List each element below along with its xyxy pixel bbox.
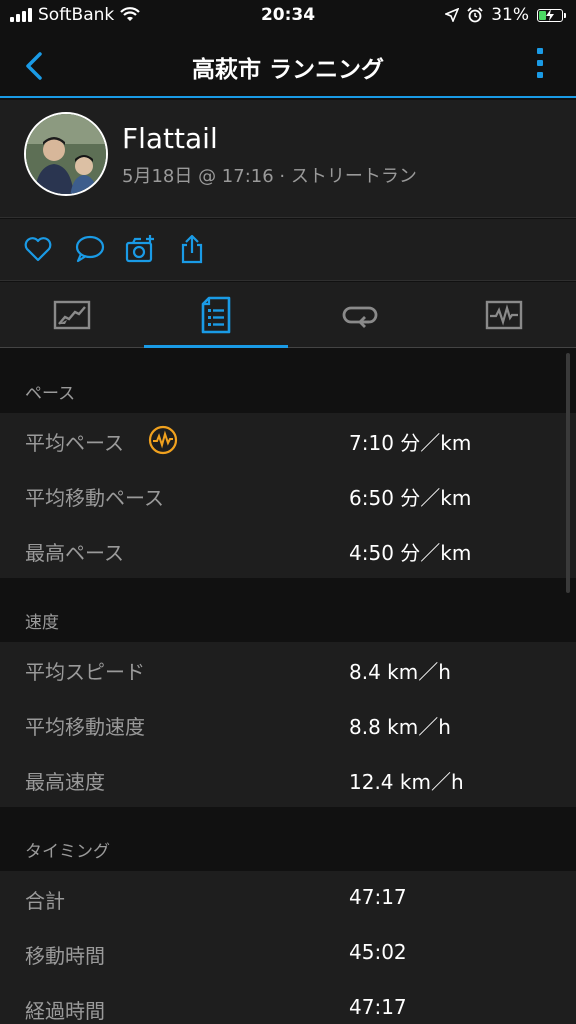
tab-bar [0, 282, 576, 348]
stat-row: 平均スピード 8.4 km／h [0, 642, 576, 697]
add-photo-icon[interactable] [124, 233, 156, 265]
stat-value: 8.4 km／h [349, 660, 451, 684]
stat-label: 移動時間 [25, 944, 105, 968]
stat-value: 47:17 [349, 995, 407, 1019]
stat-label: 平均移動速度 [25, 715, 145, 739]
section-speed: 平均スピード 8.4 km／h 平均移動速度 8.8 km／h 最高速度 12.… [0, 642, 576, 807]
chart-icon [485, 300, 523, 330]
stat-row: 平均移動速度 8.8 km／h [0, 697, 576, 752]
active-tab-indicator [144, 345, 288, 348]
battery-percent: 31% [491, 5, 529, 25]
pace-info-icon[interactable] [148, 425, 178, 455]
stat-label: 最高速度 [25, 770, 105, 794]
stats-list-icon [201, 296, 231, 334]
stat-value: 47:17 [349, 885, 407, 909]
page-title: 高萩市 ランニング [191, 57, 384, 83]
stat-value: 8.8 km／h [349, 715, 451, 739]
section-header-speed: 速度 [0, 578, 576, 642]
section-timing: 合計 47:17 移動時間 45:02 経過時間 47:17 [0, 871, 576, 1024]
status-right: 31% [445, 5, 566, 25]
stat-value: 12.4 km／h [349, 770, 464, 794]
stat-value: 45:02 [349, 940, 407, 964]
activity-meta: 5月18日 @ 17:16 · ストリートラン [122, 166, 417, 187]
stat-label: 平均移動ペース [25, 486, 164, 510]
more-menu-icon[interactable] [534, 48, 546, 84]
battery-icon [537, 8, 566, 22]
stat-row: 移動時間 45:02 [0, 926, 576, 981]
location-arrow-icon [445, 8, 460, 22]
stat-row: 平均ペース 7:10 分／km [0, 413, 576, 468]
tab-stats[interactable] [144, 282, 288, 348]
alarm-icon [467, 7, 483, 23]
comment-icon[interactable] [74, 233, 106, 265]
stat-row: 平均移動ペース 6:50 分／km [0, 468, 576, 523]
stat-value: 6:50 分／km [349, 486, 472, 510]
stats-content[interactable]: ペース 平均ペース 7:10 分／km 平均移動ペース 6:50 分／km 最高… [0, 349, 576, 1024]
stat-label: 経過時間 [25, 999, 105, 1023]
avatar[interactable] [24, 112, 108, 196]
stat-row: 合計 47:17 [0, 871, 576, 926]
laps-icon [342, 306, 378, 328]
section-pace: 平均ペース 7:10 分／km 平均移動ペース 6:50 分／km 最高ペース … [0, 413, 576, 578]
nav-header: 高萩市 ランニング [0, 34, 576, 98]
stat-label: 平均ペース [25, 431, 124, 455]
tab-map-overview[interactable] [0, 282, 144, 348]
stat-value: 7:10 分／km [349, 431, 472, 455]
stat-row: 経過時間 47:17 [0, 981, 576, 1024]
section-header-pace: ペース [0, 349, 576, 413]
stat-row: 最高ペース 4:50 分／km [0, 523, 576, 578]
tab-laps[interactable] [288, 282, 432, 348]
profile-card: Flattail 5月18日 @ 17:16 · ストリートラン [0, 100, 576, 218]
share-icon[interactable] [176, 233, 208, 265]
profile-name[interactable]: Flattail [122, 122, 218, 155]
stat-row: 最高速度 12.4 km／h [0, 752, 576, 807]
section-header-timing: タイミング [0, 807, 576, 871]
action-bar [0, 219, 576, 281]
map-overview-icon [53, 300, 91, 330]
status-bar: SoftBank 20:34 31% [0, 0, 576, 34]
tab-charts[interactable] [432, 282, 576, 348]
stat-label: 平均スピード [25, 660, 145, 684]
stat-value: 4:50 分／km [349, 541, 472, 565]
stat-label: 最高ペース [25, 541, 124, 565]
stat-label: 合計 [25, 889, 65, 913]
heart-icon[interactable] [22, 233, 54, 265]
